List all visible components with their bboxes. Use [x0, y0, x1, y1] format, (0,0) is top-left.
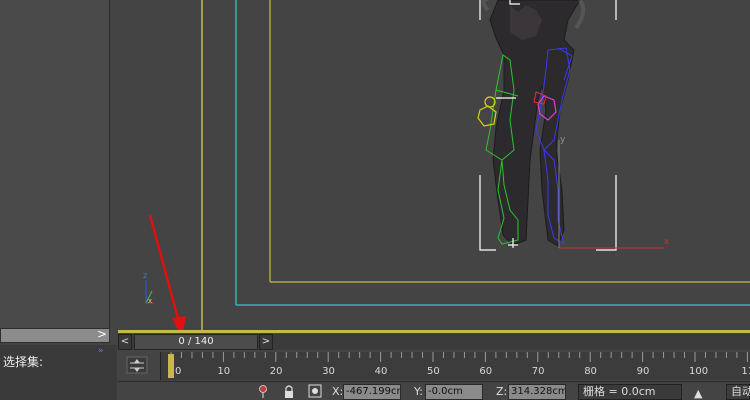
ruler-label: 0 [175, 366, 181, 377]
axis-x-label: x [664, 237, 670, 247]
coord-y-field[interactable]: -0.0cm [425, 384, 483, 400]
ruler-label: 40 [375, 366, 388, 377]
time-next-button[interactable]: > [259, 334, 273, 350]
command-panel-rollout [0, 0, 110, 330]
key-filter-icon[interactable]: ▲ [694, 387, 702, 400]
ruler-label: 80 [584, 366, 597, 377]
ruler-label: 11 [741, 366, 750, 377]
ruler-label: 90 [637, 366, 650, 377]
track-ruler-ticks: 0 10 20 30 40 50 60 70 80 90 100 11 [168, 352, 750, 378]
viewport-scene: x y z x [143, 0, 750, 333]
ruler-label: 20 [270, 366, 283, 377]
collapse-chevron-icon[interactable]: » [98, 346, 104, 356]
coord-x-field[interactable]: -467.199cm [343, 384, 401, 400]
auto-key-button[interactable]: 自动 [726, 384, 750, 400]
ruler-label: 70 [532, 366, 545, 377]
track-ruler[interactable]: 0 10 20 30 40 50 60 70 80 90 100 11 [160, 352, 750, 380]
isolate-selection-icon[interactable] [256, 384, 270, 399]
lock-icon[interactable] [282, 384, 296, 399]
transform-mode-icon[interactable] [308, 384, 322, 399]
coord-z-field[interactable]: 314.328cm [508, 384, 566, 400]
scroll-right-arrow[interactable]: > [97, 327, 107, 341]
coord-x-label: X: [332, 385, 344, 398]
ruler-label: 50 [427, 366, 440, 377]
time-prev-button[interactable]: < [118, 334, 132, 350]
status-bar: X: -467.199cm Y: -0.0cm Z: 314.328cm 栅格 … [118, 381, 750, 400]
current-frame-marker [168, 354, 174, 378]
frame-readout[interactable]: 0 / 140 [134, 334, 258, 350]
command-panel: > » 选择集: [0, 0, 117, 400]
gizmo-z-label: z [143, 271, 147, 280]
viewport-bottom-border [118, 330, 750, 333]
ruler-label: 10 [217, 366, 230, 377]
gizmo-x-label: x [148, 297, 152, 305]
perspective-viewport[interactable]: x y z x [118, 0, 750, 333]
grid-size-display: 栅格 = 0.0cm [578, 384, 682, 400]
coord-z-label: Z: [496, 385, 508, 398]
selection-set-label: 选择集: [3, 355, 44, 369]
ruler-label: 30 [322, 366, 335, 377]
curve-editor-icon[interactable] [126, 356, 148, 374]
coord-y-label: Y: [414, 385, 423, 398]
track-bar[interactable]: 0 10 20 30 40 50 60 70 80 90 100 11 [118, 352, 750, 380]
character-model [481, 0, 586, 247]
command-panel-scrollbar[interactable]: > [0, 327, 110, 343]
time-slider[interactable]: < 0 / 140 > [118, 334, 750, 350]
annotation-red-arrow [148, 214, 186, 333]
axis-y-label: y [560, 135, 566, 145]
ruler-label: 60 [479, 366, 492, 377]
ruler-label: 100 [689, 366, 708, 377]
biped-hand-yellow [477, 96, 497, 127]
